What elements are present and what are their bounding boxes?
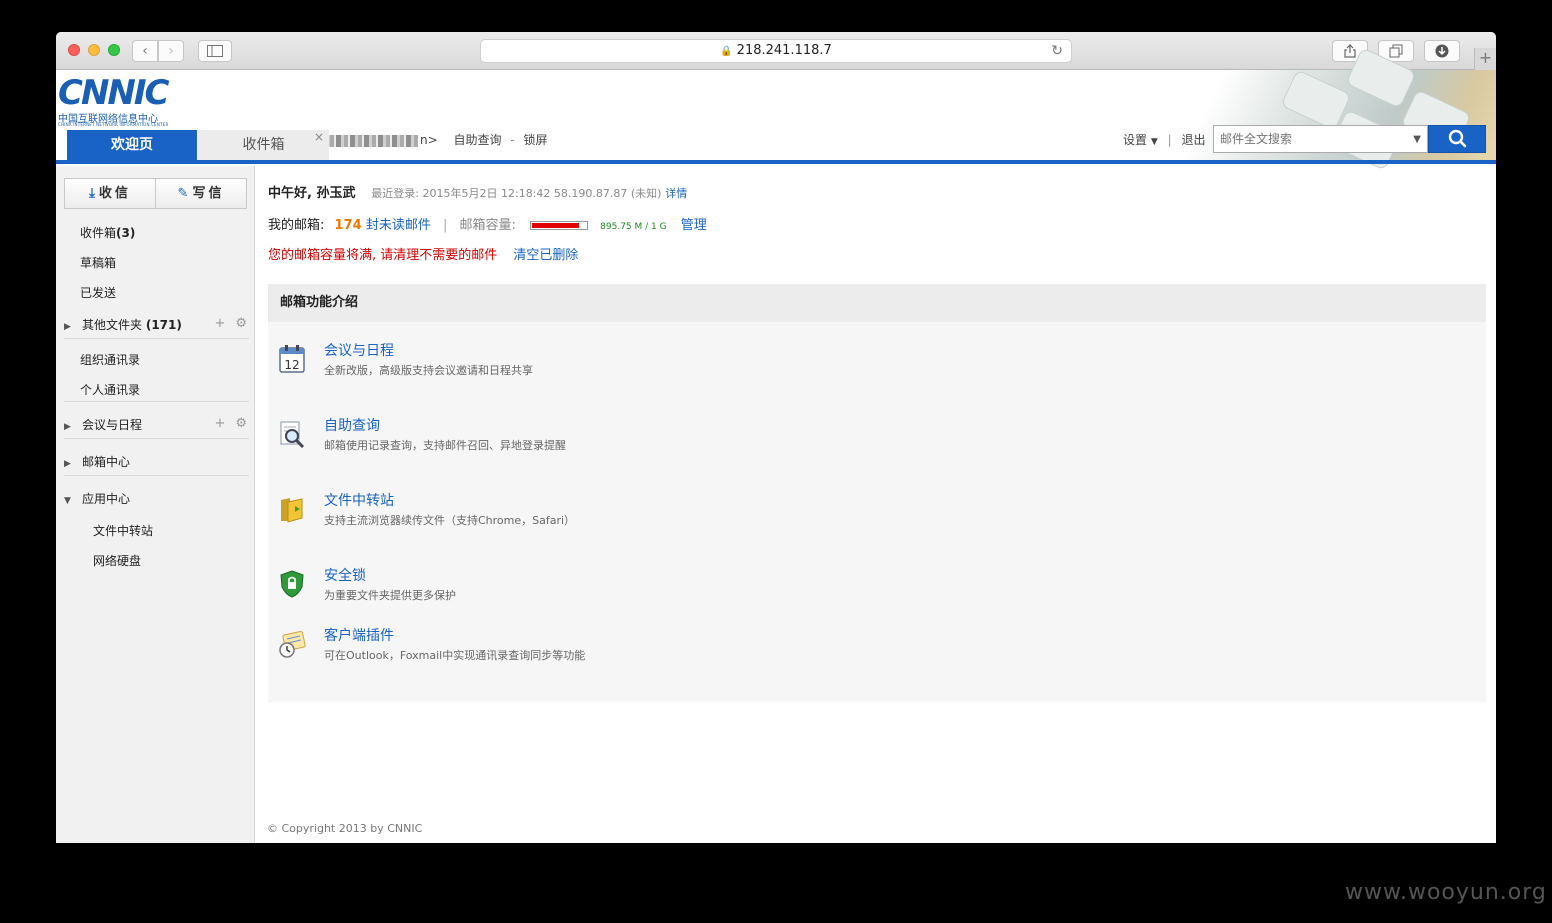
greeting: 中午好, 孙玉武 xyxy=(268,186,356,201)
feature-item: 12 会议与日程 全新改版，高级版支持会议邀请和日程共享 xyxy=(278,340,878,390)
triangle-right-icon[interactable]: ▶ xyxy=(64,322,76,332)
svg-text:12: 12 xyxy=(284,358,299,372)
receive-button[interactable]: ⤓ 收信 xyxy=(65,179,156,208)
inbox-unread-count: (3) xyxy=(116,226,136,240)
sidebar-group-meetings[interactable]: ▶ 会议与日程 + ⚙ xyxy=(64,416,249,433)
zoom-window-button[interactable] xyxy=(108,44,120,56)
magnifier-doc-icon xyxy=(280,421,305,449)
feature-title-client-plugin[interactable]: 客户端插件 xyxy=(324,625,394,645)
share-icon xyxy=(1344,44,1356,58)
feature-item: 自助查询 邮箱使用记录查询，支持邮件召回、异地登录提醒 xyxy=(278,415,878,465)
divider xyxy=(64,475,249,476)
add-folder-icon[interactable]: + xyxy=(214,316,225,331)
calendar-icon: 12 xyxy=(279,345,305,373)
feature-item: 客户端插件 可在Outlook，Foxmail中实现通讯录查询同步等功能 xyxy=(278,625,878,675)
sidebar-item-sent[interactable]: 已发送 xyxy=(80,284,116,301)
sidebar-toggle-button[interactable] xyxy=(198,40,232,62)
minimize-window-button[interactable] xyxy=(88,44,100,56)
last-login: 最近登录: 2015年5月2日 12:18:42 58.190.87.87 (未… xyxy=(371,187,662,200)
address-bar[interactable]: 🔒 218.241.118.7 ↻ xyxy=(480,39,1072,63)
tab-inbox-label: 收件箱 xyxy=(242,137,285,153)
feature-title-file-transfer[interactable]: 文件中转站 xyxy=(324,490,394,510)
cnnic-logo[interactable]: CNNIC 中国互联网络信息中心 CHINA INTERNET NETWORK … xyxy=(58,76,188,127)
capacity-warning: 您的邮箱容量将满, 请清理不需要的邮件 清空已删除 xyxy=(268,248,579,263)
unread-count[interactable]: 174 xyxy=(335,218,362,233)
unread-link[interactable]: 封未读邮件 xyxy=(366,218,431,233)
capacity-fill xyxy=(532,223,580,228)
features-panel: 邮箱功能介绍 12 会议与日程 全新改版，高级版支持会议邀请和日程共享 自助查询… xyxy=(268,284,1486,702)
sidebar-item-personal-contacts[interactable]: 个人通讯录 xyxy=(80,381,140,398)
new-tab-button[interactable]: + xyxy=(1474,48,1496,70)
details-link[interactable]: 详情 xyxy=(665,187,687,200)
mailbox-summary: 我的邮箱: 174 封未读邮件 | 邮箱容量: 895.75 M / 1 G 管… xyxy=(268,218,707,233)
feature-title-meetings[interactable]: 会议与日程 xyxy=(324,340,394,360)
capacity-bar xyxy=(530,221,589,230)
sidebar-icon xyxy=(207,45,223,57)
tab-welcome[interactable]: 欢迎页 xyxy=(67,130,197,160)
capacity-text: 895.75 M / 1 G xyxy=(600,222,667,232)
download-icon xyxy=(1435,44,1449,58)
sidebar-item-net-disk[interactable]: 网络硬盘 xyxy=(93,552,141,569)
downloads-button[interactable] xyxy=(1424,40,1460,62)
shield-lock-icon xyxy=(280,570,304,598)
download-arrow-icon: ⤓ xyxy=(89,186,95,201)
browser-window: ‹ › 🔒 218.241.118.7 ↻ + CNNIC 中国互联网络信息中心… xyxy=(56,32,1496,843)
copyright: © Copyright 2013 by CNNIC xyxy=(267,822,423,835)
back-button[interactable]: ‹ xyxy=(132,40,158,62)
clear-deleted-link[interactable]: 清空已删除 xyxy=(513,248,578,263)
gear-icon[interactable]: ⚙ xyxy=(235,316,247,331)
feature-title-self-query[interactable]: 自助查询 xyxy=(324,415,380,435)
sidebar-item-inbox[interactable]: 收件箱(3) xyxy=(80,224,135,241)
sidebar-item-org-contacts[interactable]: 组织通讯录 xyxy=(80,351,140,368)
watermark: www.wooyun.org xyxy=(1345,880,1547,905)
edit-icon: ✎ xyxy=(177,186,189,201)
sidebar-item-file-transfer[interactable]: 文件中转站 xyxy=(93,522,153,539)
tab-inbox[interactable]: 收件箱 × xyxy=(198,130,329,160)
triangle-right-icon[interactable]: ▶ xyxy=(64,459,76,469)
divider xyxy=(64,401,249,402)
sidebar-group-mail-center[interactable]: ▶ 邮箱中心 xyxy=(64,453,249,470)
tab-underline xyxy=(56,160,1496,164)
forward-button[interactable]: › xyxy=(158,40,184,62)
triangle-down-icon[interactable]: ▼ xyxy=(64,496,76,506)
close-window-button[interactable] xyxy=(68,44,80,56)
plugin-clock-icon xyxy=(279,630,306,658)
reload-icon[interactable]: ↻ xyxy=(1051,40,1063,62)
feature-item: 安全锁 为重要文件夹提供更多保护 xyxy=(278,565,878,615)
feature-item: 文件中转站 支持主流浏览器续传文件（支持Chrome，Safari） xyxy=(278,490,878,540)
triangle-right-icon[interactable]: ▶ xyxy=(64,422,76,432)
chevron-left-icon: ‹ xyxy=(142,43,148,59)
gear-icon[interactable]: ⚙ xyxy=(235,416,247,431)
feature-title-security-lock[interactable]: 安全锁 xyxy=(324,565,366,585)
tabs-icon xyxy=(1389,44,1403,58)
close-icon[interactable]: × xyxy=(314,122,324,152)
add-meeting-icon[interactable]: + xyxy=(214,416,225,431)
tab-bar: 欢迎页 收件箱 × xyxy=(56,130,1496,162)
sidebar-group-app-center[interactable]: ▼ 应用中心 xyxy=(64,490,249,507)
url-text: 218.241.118.7 xyxy=(736,43,832,58)
compose-button[interactable]: ✎ 写信 xyxy=(156,179,246,208)
sidebar-item-drafts[interactable]: 草稿箱 xyxy=(80,254,116,271)
features-title: 邮箱功能介绍 xyxy=(268,284,1486,322)
plus-icon: + xyxy=(1478,48,1493,67)
divider xyxy=(64,438,249,439)
sidebar: ⤓ 收信 ✎ 写信 收件箱(3) 草稿箱 已发送 ▶ 其他文件夹 (171) + ⚙ 组… xyxy=(56,166,255,843)
lock-icon: 🔒 xyxy=(720,46,733,57)
greeting-line: 中午好, 孙玉武 最近登录: 2015年5月2日 12:18:42 58.190… xyxy=(268,182,687,201)
browser-toolbar: ‹ › 🔒 218.241.118.7 ↻ + xyxy=(56,32,1496,70)
mail-actions: ⤓ 收信 ✎ 写信 xyxy=(64,178,247,209)
divider xyxy=(64,338,249,339)
sidebar-group-other-folders[interactable]: ▶ 其他文件夹 (171) + ⚙ xyxy=(64,316,249,333)
folder-icon xyxy=(281,498,303,523)
manage-link[interactable]: 管理 xyxy=(681,218,707,233)
chevron-right-icon: › xyxy=(168,43,174,59)
